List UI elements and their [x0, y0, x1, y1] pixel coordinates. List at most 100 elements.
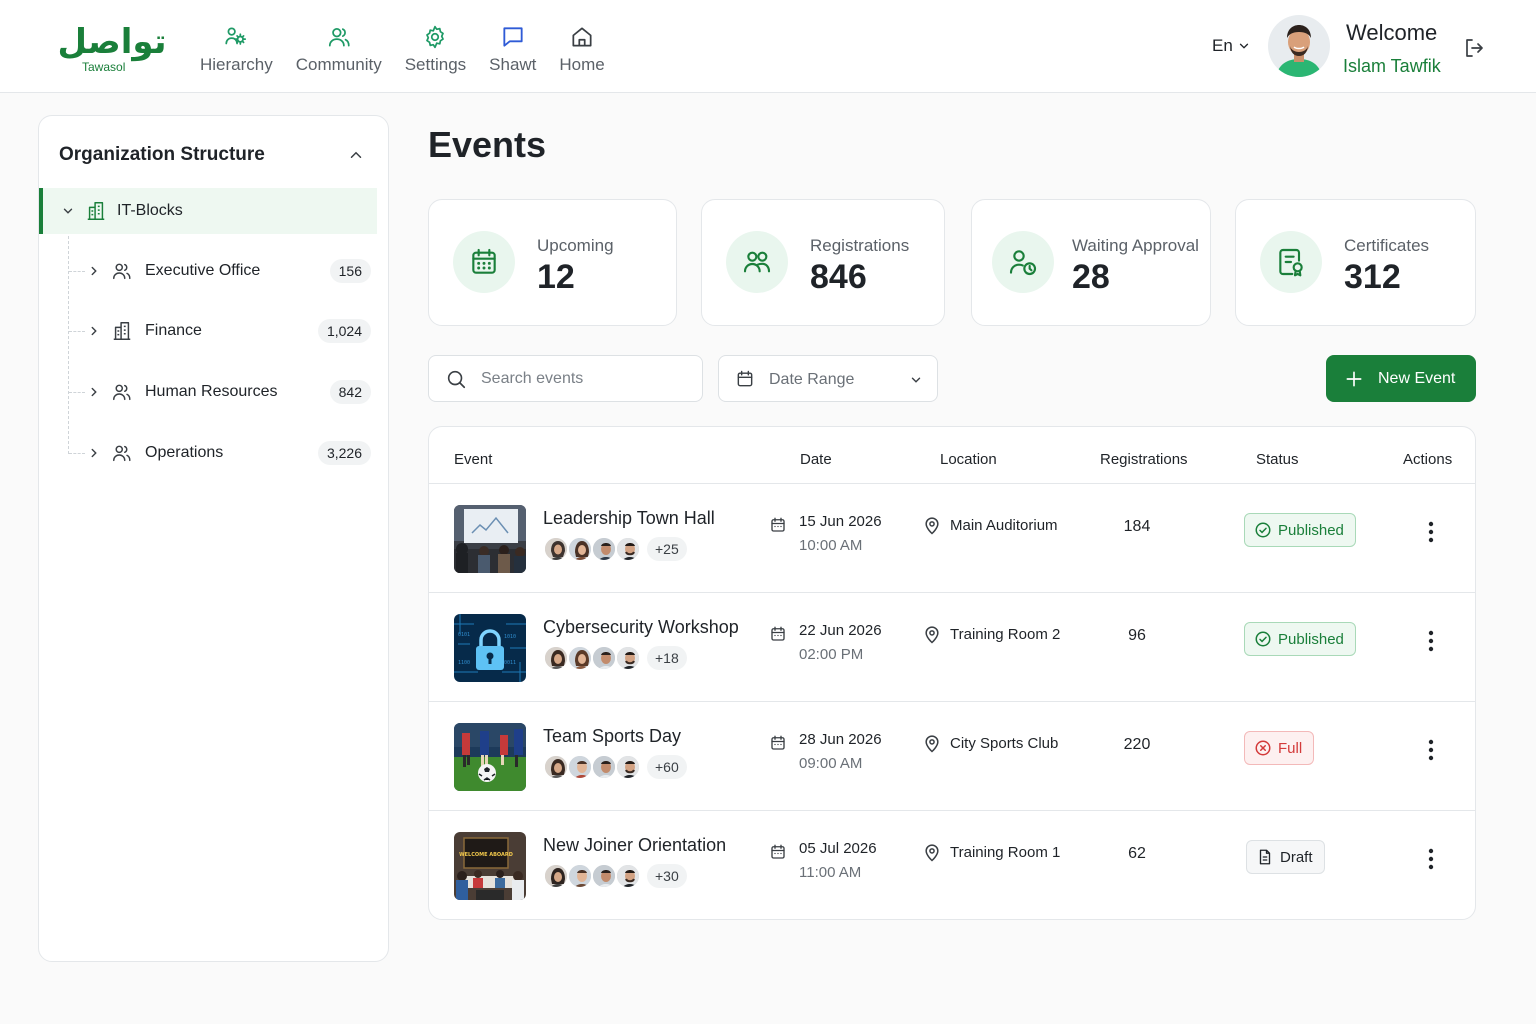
hierarchy-icon [223, 24, 249, 50]
event-name[interactable]: Team Sports Day [543, 726, 681, 747]
nav-home[interactable]: Home [559, 24, 605, 75]
language-selector[interactable]: En [1212, 36, 1251, 56]
chat-icon [500, 24, 526, 50]
stat-card-registrations[interactable]: Registrations 846 [701, 199, 945, 326]
event-name[interactable]: New Joiner Orientation [543, 835, 726, 856]
more-actions-icon[interactable] [1421, 847, 1441, 871]
table-row[interactable]: WELCOME ABOARD New Joiner Orientation +3… [429, 811, 1475, 919]
document-icon [1256, 848, 1274, 866]
status-label: Full [1278, 739, 1303, 757]
chevron-right-icon[interactable] [87, 324, 101, 338]
search-input[interactable] [481, 366, 691, 392]
event-thumbnail: 0101 1010 1100 0011 [454, 614, 526, 682]
attendee-avatars[interactable]: +18 [543, 645, 687, 671]
attendee-avatars[interactable]: +25 [543, 536, 687, 562]
stat-value: 28 [1072, 258, 1110, 296]
nav-community[interactable]: Community [296, 24, 382, 75]
search-icon [445, 368, 467, 390]
tree-branch-line [69, 331, 85, 332]
stat-label: Upcoming [537, 236, 614, 255]
event-name[interactable]: Leadership Town Hall [543, 508, 715, 529]
chevron-down-icon[interactable] [61, 204, 75, 218]
event-date: 05 Jul 2026 [799, 840, 877, 857]
avatar [567, 754, 593, 780]
nav-settings[interactable]: Settings [405, 24, 466, 75]
event-date: 15 Jun 2026 [799, 513, 882, 530]
column-header-event[interactable]: Event [454, 451, 492, 468]
tree-item-executive-office[interactable]: Executive Office 156 [39, 251, 379, 291]
avatar [543, 754, 569, 780]
location-pin-icon [922, 516, 942, 536]
column-header-status[interactable]: Status [1256, 451, 1299, 468]
member-count-badge: 1,024 [317, 319, 371, 343]
chevron-up-icon[interactable] [347, 146, 365, 164]
tree-root-it-blocks[interactable]: IT-Blocks [39, 188, 377, 234]
nav-community-label: Community [295, 55, 382, 74]
calendar-icon [453, 231, 515, 293]
new-event-button[interactable]: New Event [1326, 355, 1476, 402]
avatar[interactable] [1268, 15, 1330, 77]
search-box[interactable] [428, 355, 703, 402]
avatar [591, 536, 617, 562]
chevron-down-icon [909, 373, 923, 387]
chevron-right-icon[interactable] [87, 264, 101, 278]
events-table: Event Date Location Registrations Status… [428, 426, 1476, 920]
users-icon [111, 260, 133, 282]
stat-value: 312 [1344, 258, 1401, 296]
stat-label: Certificates [1344, 236, 1430, 255]
avatar [543, 863, 569, 889]
tree-branch-line [69, 392, 85, 393]
event-thumbnail: WELCOME ABOARD [454, 832, 526, 900]
svg-text:1100: 1100 [458, 660, 470, 666]
tree-item-operations[interactable]: Operations 3,226 [39, 433, 379, 473]
table-row[interactable]: Team Sports Day +60 28 Jun 2026 09:00 AM… [429, 702, 1475, 811]
stat-card-waiting-approval[interactable]: Waiting Approval 28 [971, 199, 1211, 326]
stat-card-certificates[interactable]: Certificates 312 [1235, 199, 1476, 326]
more-attendees-badge[interactable]: +60 [647, 755, 687, 779]
nav-shawt-label: Shawt [489, 55, 537, 74]
nav-shawt[interactable]: Shawt [489, 24, 536, 75]
tawasol-logo[interactable]: تواصل Tawasol [54, 22, 170, 78]
avatar [615, 536, 641, 562]
stat-card-upcoming[interactable]: Upcoming 12 [428, 199, 677, 326]
nav-hierarchy[interactable]: Hierarchy [200, 24, 273, 75]
location-pin-icon [922, 734, 942, 754]
chevron-right-icon[interactable] [87, 446, 101, 460]
table-row[interactable]: 0101 1010 1100 0011 Cybersecurity Worksh… [429, 593, 1475, 702]
column-header-location[interactable]: Location [940, 451, 997, 468]
more-actions-icon[interactable] [1421, 520, 1441, 544]
check-circle-icon [1254, 521, 1272, 539]
column-header-date[interactable]: Date [800, 451, 832, 468]
tree-item-human-resources[interactable]: Human Resources 842 [39, 372, 379, 412]
tree-item-label: Operations [145, 444, 224, 461]
chevron-right-icon[interactable] [87, 385, 101, 399]
main-nav: Hierarchy Community Settings Shawt Home [200, 24, 628, 75]
status-badge: Published [1244, 622, 1356, 656]
registration-count: 184 [1123, 518, 1151, 535]
new-event-label: New Event [1378, 370, 1456, 387]
date-range-select[interactable]: Date Range [718, 355, 938, 402]
event-name[interactable]: Cybersecurity Workshop [543, 617, 739, 638]
avatar [591, 754, 617, 780]
registration-count: 220 [1123, 736, 1151, 753]
logout-icon[interactable] [1462, 36, 1486, 60]
attendee-avatars[interactable]: +60 [543, 754, 687, 780]
member-count-badge: 3,226 [317, 441, 371, 465]
users-icon [111, 442, 133, 464]
stat-value: 12 [537, 258, 575, 296]
avatar [615, 645, 641, 671]
more-attendees-badge[interactable]: +18 [647, 646, 687, 670]
table-row[interactable]: Leadership Town Hall +25 15 Jun 2026 10:… [429, 484, 1475, 593]
date-range-label: Date Range [769, 371, 855, 388]
tree-item-finance[interactable]: Finance 1,024 [39, 311, 379, 351]
event-time: 11:00 AM [799, 864, 862, 881]
status-label: Published [1278, 521, 1344, 539]
attendee-avatars[interactable]: +30 [543, 863, 687, 889]
more-actions-icon[interactable] [1421, 738, 1441, 762]
column-header-registrations[interactable]: Registrations [1100, 451, 1188, 468]
more-attendees-badge[interactable]: +30 [647, 864, 687, 888]
event-location: City Sports Club [950, 735, 1059, 752]
logo-arabic-text: تواصل [57, 22, 167, 62]
more-attendees-badge[interactable]: +25 [647, 537, 687, 561]
more-actions-icon[interactable] [1421, 629, 1441, 653]
